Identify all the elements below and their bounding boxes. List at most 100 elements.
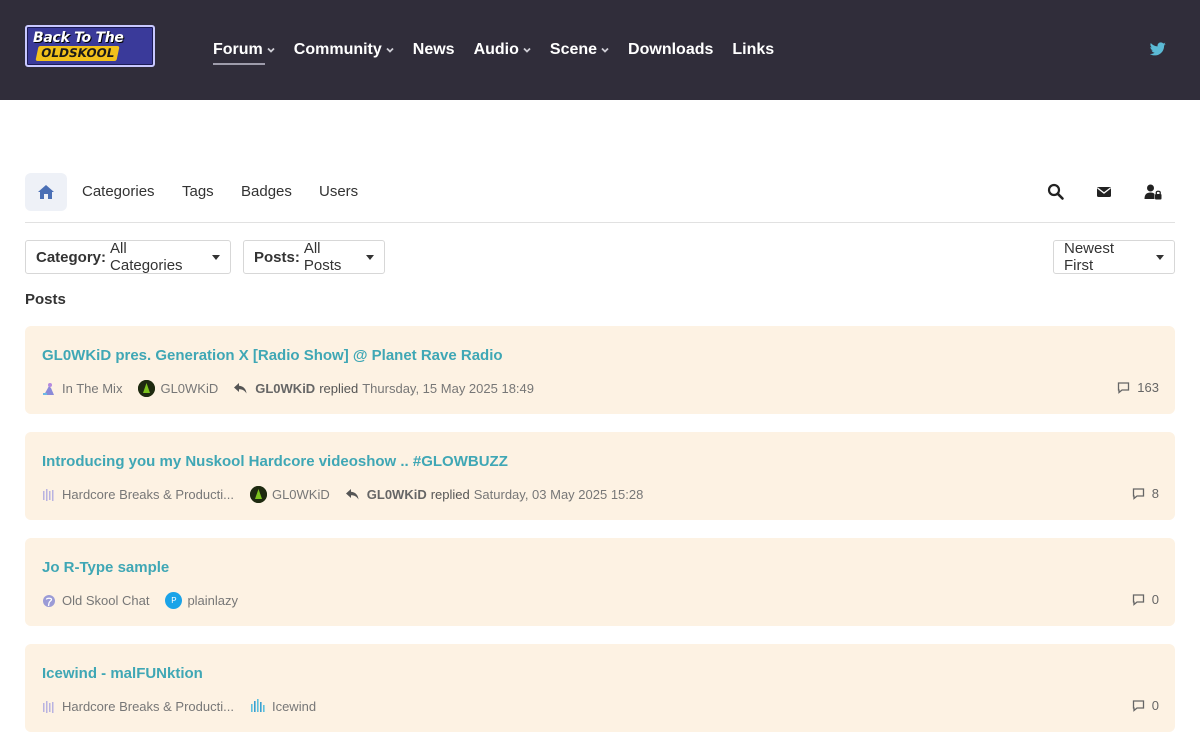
reply-icon [234,383,247,394]
chevron-down-icon [523,47,531,53]
post-author[interactable]: Icewind [250,698,316,715]
post-author[interactable]: GL0WKiD [138,380,218,397]
search-icon[interactable] [1047,183,1065,201]
post-meta: Hardcore Breaks & Producti... Icewind [42,698,316,715]
posts-filter-label: Posts: [254,248,300,266]
chat-globe-icon [43,594,55,607]
nav-forum-label: Forum [213,41,263,58]
envelope-icon[interactable] [1095,183,1113,201]
reply-count[interactable]: 0 [1132,698,1159,713]
nav-links[interactable]: Links [732,0,774,100]
post-category[interactable]: Hardcore Breaks & Producti... [42,699,234,714]
caret-down-icon [366,254,374,260]
post-category[interactable]: Old Skool Chat [42,593,149,608]
nav-links-label: Links [732,41,775,58]
comment-icon [1132,593,1144,606]
twitter-icon[interactable] [1150,42,1166,56]
tab-tags[interactable]: Tags [182,183,214,200]
tab-users[interactable]: Users [319,183,358,200]
post-category-label: In The Mix [62,381,123,396]
post-title[interactable]: Icewind - malFUNktion [42,665,203,682]
user-lock-icon[interactable] [1144,183,1162,201]
post-author[interactable]: GL0WKiD [249,486,330,503]
post-meta: In The Mix GL0WKiD GL0WKiD replied Thurs… [42,380,534,397]
category-filter-label: Category: [36,248,107,266]
chevron-down-icon [267,47,275,53]
comment-icon [1132,487,1144,500]
reply-count-value: 8 [1151,486,1159,501]
nav-downloads[interactable]: Downloads [628,0,713,100]
posts-filter[interactable]: Posts: All Posts [243,240,385,274]
post-title[interactable]: Introducing you my Nuskool Hardcore vide… [42,453,508,470]
main-nav: Forum Community News Audio Scene Downloa… [213,0,793,100]
post-author[interactable]: P plainlazy [165,592,238,609]
logo-line2: OLDSKOOL [35,46,120,61]
post-title[interactable]: GL0WKiD pres. Generation X [Radio Show] … [42,347,503,364]
dj-mix-icon [43,382,54,395]
post-meta: Hardcore Breaks & Producti... GL0WKiD GL… [42,486,643,503]
reply-verb: replied [319,381,359,396]
caret-down-icon [212,254,220,260]
nav-community[interactable]: Community [294,0,394,100]
site-logo[interactable]: Back To The OLDSKOOL [25,25,155,67]
post-category-label: Hardcore Breaks & Producti... [62,699,234,714]
avatar-image [138,380,156,397]
post-category[interactable]: Hardcore Breaks & Producti... [42,487,234,502]
reply-author[interactable]: GL0WKiD [367,487,427,502]
comment-icon [1118,381,1130,394]
nav-audio[interactable]: Audio [474,0,531,100]
nav-scene[interactable]: Scene [550,0,609,100]
sound-wave-icon [43,488,54,501]
post-meta: Old Skool Chat P plainlazy [42,592,238,609]
nav-community-label: Community [293,41,382,58]
nav-forum[interactable]: Forum [213,0,275,100]
home-icon [38,185,54,199]
posts-heading: Posts [25,291,66,308]
post-category-label: Old Skool Chat [62,593,150,608]
sort-value: Newest First [1064,240,1115,274]
reply-count-value: 0 [1151,592,1159,607]
forum-subnav: Categories Tags Badges Users [25,173,1175,223]
post-card: Introducing you my Nuskool Hardcore vide… [25,432,1175,520]
site-header: Back To The OLDSKOOL Forum Community New… [0,0,1200,100]
active-underline [213,63,265,65]
post-category[interactable]: In The Mix [42,381,122,396]
nav-downloads-label: Downloads [628,41,714,58]
nav-news[interactable]: News [413,0,455,100]
sort-dropdown[interactable]: Newest First [1053,240,1175,274]
avatar: P [165,592,183,609]
post-category-label: Hardcore Breaks & Producti... [62,487,234,502]
last-reply: GL0WKiD replied Thursday, 15 May 2025 18… [234,381,534,396]
reply-author[interactable]: GL0WKiD [255,381,315,396]
comment-icon [1132,699,1144,712]
post-author-name: Icewind [271,699,317,714]
nav-audio-label: Audio [473,41,519,58]
reply-count[interactable]: 8 [1132,486,1159,501]
reply-count[interactable]: 163 [1117,380,1159,395]
avatar [249,486,267,503]
post-author-name: GL0WKiD [160,381,219,396]
home-button[interactable] [25,173,67,211]
caret-down-icon [1156,254,1164,260]
tab-badges[interactable]: Badges [241,183,292,200]
avatar [250,698,267,715]
reply-count[interactable]: 0 [1132,592,1159,607]
tab-categories[interactable]: Categories [82,183,155,200]
chevron-down-icon [601,47,609,53]
reply-count-value: 163 [1137,380,1159,395]
post-card: Jo R-Type sample Old Skool Chat P plainl… [25,538,1175,626]
reply-icon [345,489,359,500]
avatar-image [249,486,267,503]
reply-verb: replied [430,487,470,502]
reply-count-value: 0 [1151,698,1159,713]
post-author-name: GL0WKiD [271,487,330,502]
reply-time: Saturday, 03 May 2025 15:28 [473,487,644,502]
post-author-name: plainlazy [187,593,239,608]
avatar-image [250,699,265,712]
nav-news-label: News [412,41,455,58]
post-card: Icewind - malFUNktion Hardcore Breaks & … [25,644,1175,732]
category-filter-value: All Categories [110,240,183,274]
post-title[interactable]: Jo R-Type sample [42,559,169,576]
reply-time: Thursday, 15 May 2025 18:49 [362,381,534,396]
category-filter[interactable]: Category: All Categories [25,240,231,274]
